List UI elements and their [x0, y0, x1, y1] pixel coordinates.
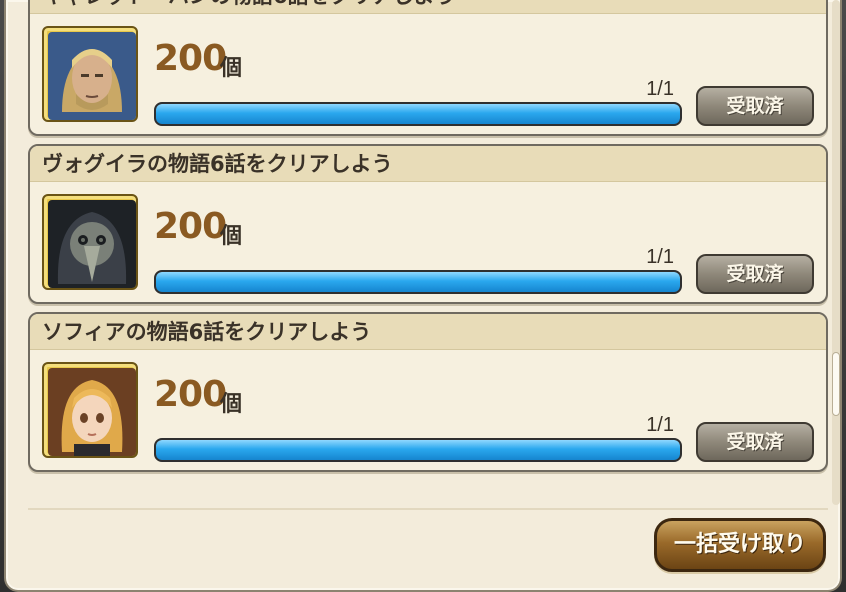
- caret-han-portrait: [42, 26, 138, 122]
- claimed-button[interactable]: 受取済: [696, 86, 814, 126]
- mission-title: ソフィアの物語6話をクリアしよう: [30, 314, 826, 350]
- progress-bar-fill: [156, 272, 680, 292]
- mission-title: ヴォグイラの物語6話をクリアしよう: [30, 146, 826, 182]
- progress-bar: [154, 270, 682, 294]
- sophia-portrait: [42, 362, 138, 458]
- progress-count: 1/1: [646, 414, 674, 436]
- progress-bar-fill: [156, 104, 680, 124]
- progress-bar-fill: [156, 440, 680, 460]
- mission-title: キャレット・ハンの物語6話をクリアしよう: [30, 0, 826, 14]
- claimed-button[interactable]: 受取済: [696, 422, 814, 462]
- claimed-button[interactable]: 受取済: [696, 254, 814, 294]
- reward-unit: 個: [220, 224, 243, 249]
- reward-unit: 個: [220, 56, 243, 81]
- progress-count: 1/1: [646, 246, 674, 268]
- mission-card: キャレット・ハンの物語6話をクリアしよう 200 個 1/1 受取: [28, 0, 828, 136]
- progress-bar: [154, 102, 682, 126]
- reward-amount: 200: [154, 38, 227, 79]
- scrollbar[interactable]: [832, 0, 840, 505]
- mission-panel: キャレット・ハンの物語6話をクリアしよう 200 個 1/1 受取: [4, 0, 842, 592]
- mission-list[interactable]: キャレット・ハンの物語6話をクリアしよう 200 個 1/1 受取: [28, 0, 828, 505]
- divider: [28, 508, 828, 510]
- mission-card: ヴォグイラの物語6話をクリアしよう 200 個 1/1 受取済: [28, 144, 828, 304]
- scrollbar-thumb[interactable]: [832, 352, 840, 416]
- voguira-portrait: [42, 194, 138, 290]
- collect-all-button[interactable]: 一括受け取り: [654, 518, 826, 572]
- reward-unit: 個: [220, 392, 243, 417]
- progress-count: 1/1: [646, 78, 674, 100]
- reward-amount: 200: [154, 206, 227, 247]
- reward-amount: 200: [154, 374, 227, 415]
- mission-card: ソフィアの物語6話をクリアしよう 200 個 1/1 受取済: [28, 312, 828, 472]
- progress-bar: [154, 438, 682, 462]
